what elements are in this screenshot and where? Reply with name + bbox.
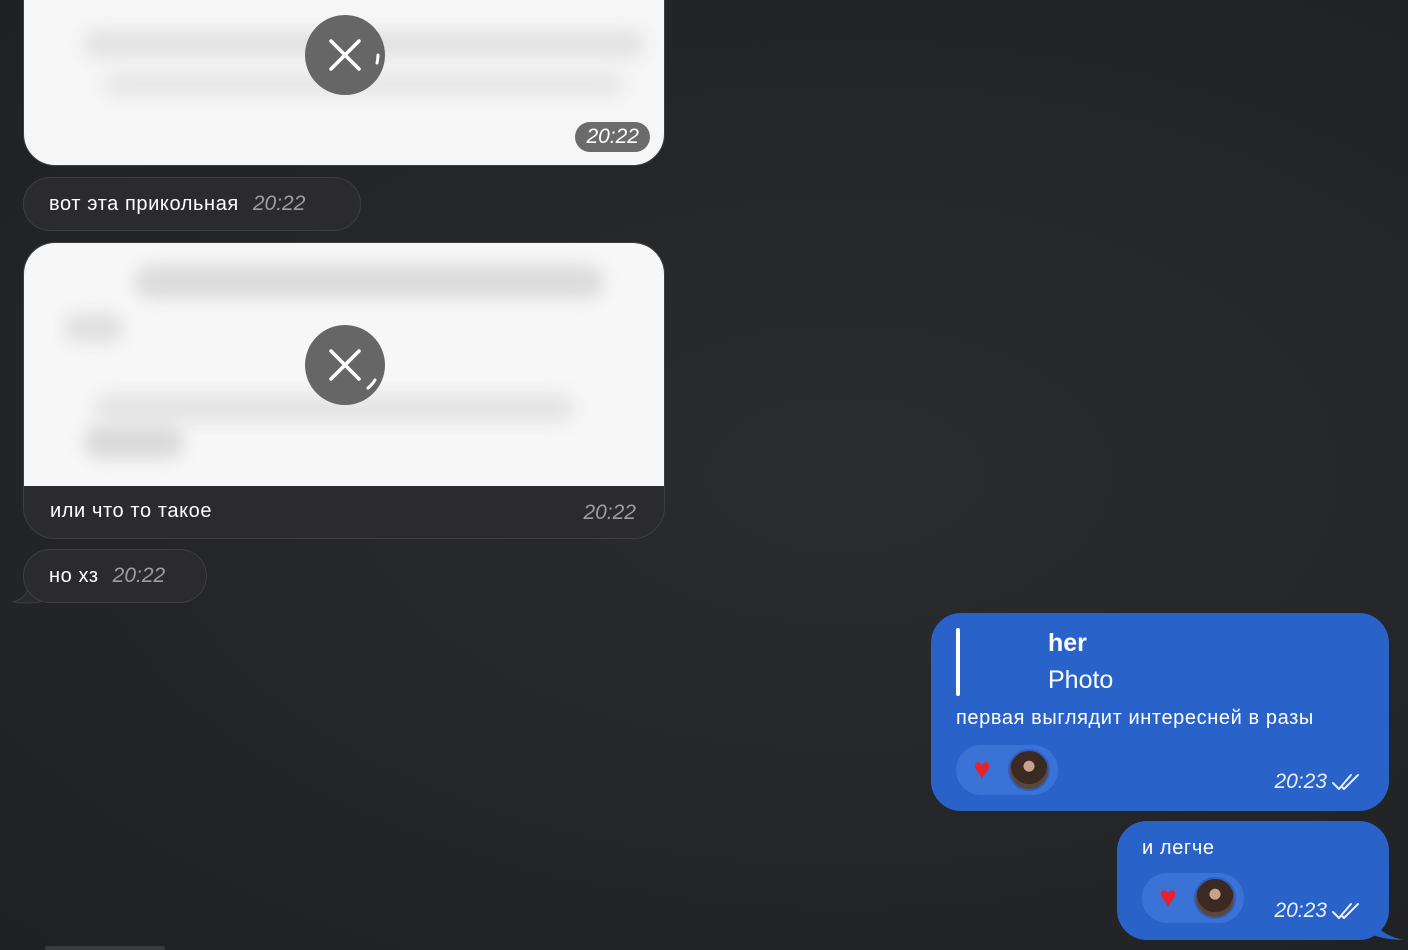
message-time: 20:22 bbox=[575, 122, 650, 152]
next-message-edge bbox=[45, 946, 165, 950]
retry-download-button[interactable] bbox=[305, 325, 385, 405]
message-time: 20:23 bbox=[1274, 770, 1327, 793]
close-icon bbox=[329, 349, 377, 390]
retry-download-button[interactable] bbox=[305, 15, 385, 95]
blurred-photo-content bbox=[64, 313, 124, 343]
incoming-message[interactable]: вот эта прикольная 20:22 bbox=[23, 177, 361, 231]
double-check-icon bbox=[1331, 772, 1361, 792]
avatar bbox=[1008, 749, 1050, 791]
message-time: 20:23 bbox=[1274, 899, 1327, 922]
message-time: 20:22 bbox=[112, 564, 166, 587]
photo-preview bbox=[24, 243, 664, 486]
message-text: вот эта прикольная bbox=[49, 192, 239, 215]
photo-message-with-caption[interactable]: или что то такое 20:22 bbox=[23, 242, 665, 539]
incoming-message[interactable]: но хз 20:22 bbox=[23, 549, 207, 603]
reply-author: her bbox=[1048, 629, 1087, 657]
message-time: 20:22 bbox=[252, 192, 306, 215]
message-meta: 20:23 bbox=[1274, 770, 1361, 794]
message-text: но хз bbox=[49, 564, 99, 587]
avatar bbox=[1194, 877, 1236, 919]
message-text: первая выглядит интересней в разы bbox=[956, 707, 1314, 729]
blurred-photo-content bbox=[84, 425, 184, 459]
outgoing-message[interactable]: her Photo первая выглядит интересней в р… bbox=[931, 613, 1389, 811]
heart-icon: ♥ bbox=[973, 753, 991, 786]
close-icon bbox=[329, 39, 380, 71]
outgoing-message[interactable]: и легче ♥ 20:23 bbox=[1117, 821, 1389, 940]
reaction-badge[interactable]: ♥ bbox=[1142, 873, 1244, 923]
reply-preview: Photo bbox=[1048, 666, 1114, 694]
photo-caption: или что то такое bbox=[50, 500, 213, 522]
blurred-photo-content bbox=[134, 265, 604, 299]
heart-icon: ♥ bbox=[1159, 881, 1177, 914]
message-text: и легче bbox=[1142, 837, 1215, 859]
reply-bar bbox=[956, 628, 960, 696]
message-time: 20:22 bbox=[583, 501, 636, 524]
photo-message[interactable]: 20:22 bbox=[23, 0, 665, 166]
message-meta: 20:23 bbox=[1274, 899, 1361, 923]
double-check-icon bbox=[1331, 901, 1361, 921]
chat-area: 20:22 вот эта прикольная 20:22 или что т… bbox=[0, 0, 1408, 950]
reaction-badge[interactable]: ♥ bbox=[956, 745, 1058, 795]
reply-quote[interactable]: her Photo bbox=[1048, 629, 1113, 695]
